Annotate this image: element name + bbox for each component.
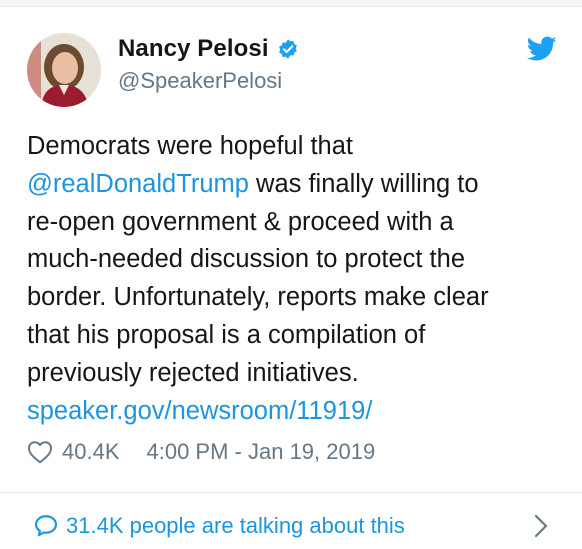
tweet-line: Democrats were hopeful that	[27, 128, 557, 166]
heart-icon[interactable]	[27, 440, 53, 464]
tweet-text-segment: that his proposal is a compilation of	[27, 320, 426, 349]
url-link[interactable]: speaker.gov/newsroom/11919/	[27, 397, 372, 425]
tweet-text-segment: much-needed discussion to protect the	[27, 245, 466, 274]
tweet-text-segment: re-open government & proceed with a	[27, 207, 454, 236]
tweet-text-segment: was finally willing to	[248, 169, 479, 198]
tweet-line: @realDonaldTrump was finally willing to	[27, 166, 557, 204]
author-avatar[interactable]	[27, 33, 101, 107]
footer-divider	[0, 492, 582, 493]
like-count[interactable]: 40.4K	[62, 439, 120, 465]
tweet-text-segment: previously rejected initiatives.	[27, 358, 359, 387]
tweet-timestamp[interactable]: 4:00 PM - Jan 19, 2019	[147, 439, 376, 465]
tweet-line: that his proposal is a compilation of	[27, 317, 557, 355]
twitter-bird-icon[interactable]	[526, 36, 557, 62]
chevron-right-icon[interactable]	[534, 514, 548, 538]
top-divider	[0, 0, 582, 7]
tweet-text-segment: Democrats were hopeful that	[27, 132, 353, 160]
tweet-line: previously rejected initiatives.	[27, 355, 557, 393]
author-name-row[interactable]: Nancy Pelosi	[118, 35, 299, 63]
tweet-line: border. Unfortunately, reports make clea…	[27, 279, 557, 317]
tweet-body: Democrats were hopeful that @realDonaldTr…	[27, 128, 557, 430]
mention-link[interactable]: @realDonaldTrump	[27, 170, 249, 198]
tweet-card: Nancy Pelosi @SpeakerPelosi Democrats we…	[0, 0, 582, 549]
tweet-meta-row: 40.4K 4:00 PM - Jan 19, 2019	[27, 437, 375, 467]
author-handle[interactable]: @SpeakerPelosi	[118, 68, 282, 94]
tweet-line: much-needed discussion to protect the	[27, 241, 557, 279]
tweet-line: re-open government & proceed with a	[27, 204, 557, 242]
author-display-name[interactable]: Nancy Pelosi	[118, 35, 269, 63]
tweet-line: speaker.gov/newsroom/11919/	[27, 393, 557, 431]
speech-bubble-icon	[34, 515, 58, 537]
profile-photo	[27, 33, 101, 107]
tweet-text-segment: border. Unfortunately, reports make clea…	[27, 283, 489, 312]
verified-badge-icon	[277, 38, 299, 60]
talking-count-text: 31.4K people are talking about this	[66, 513, 405, 538]
conversation-link[interactable]: 31.4K people are talking about this	[33, 510, 405, 542]
